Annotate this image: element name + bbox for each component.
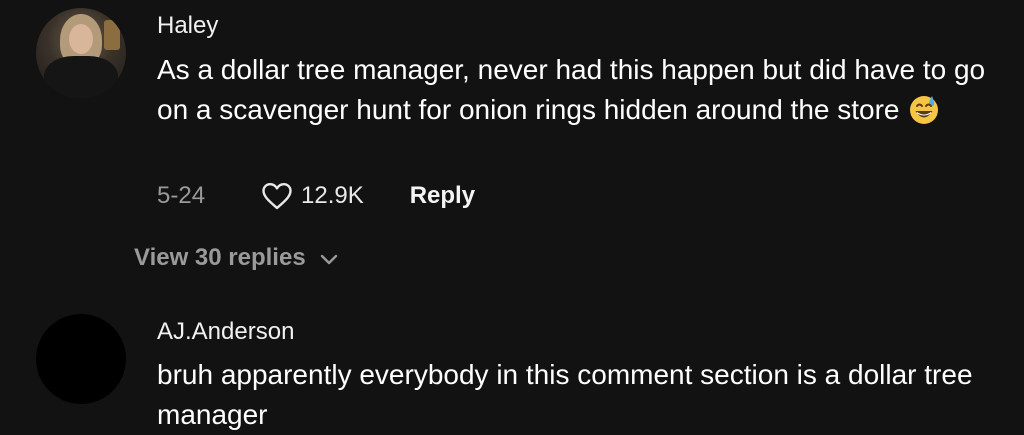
view-replies-label: View 30 replies [134,244,306,271]
comment-item: Haley As a dollar tree manager, never ha… [0,0,1024,300]
comment-text-body: As a dollar tree manager, never had this… [157,54,986,125]
comment-author[interactable]: Haley [157,12,218,40]
like-count: 12.9K [301,182,364,209]
avatar-body [44,56,118,98]
comment-text: As a dollar tree manager, never had this… [157,50,1017,130]
reply-button[interactable]: Reply [410,182,475,210]
comment-text: bruh apparently everybody in this commen… [157,359,973,430]
avatar-face [69,24,93,54]
view-replies-button[interactable]: View 30 replies [134,244,338,272]
chevron-down-icon [320,254,337,265]
avatar[interactable] [36,314,126,404]
heart-outline-icon [262,183,292,210]
avatar-background [104,20,120,50]
like-button[interactable]: 12.9K [261,182,410,210]
avatar[interactable] [36,8,126,98]
comment-meta: 5-24 12.9K Reply [157,180,475,212]
comment-author[interactable]: AJ.Anderson [157,318,294,346]
comment-date: 5-24 [157,182,206,209]
grinning-sweat-emoji-icon [909,96,938,124]
